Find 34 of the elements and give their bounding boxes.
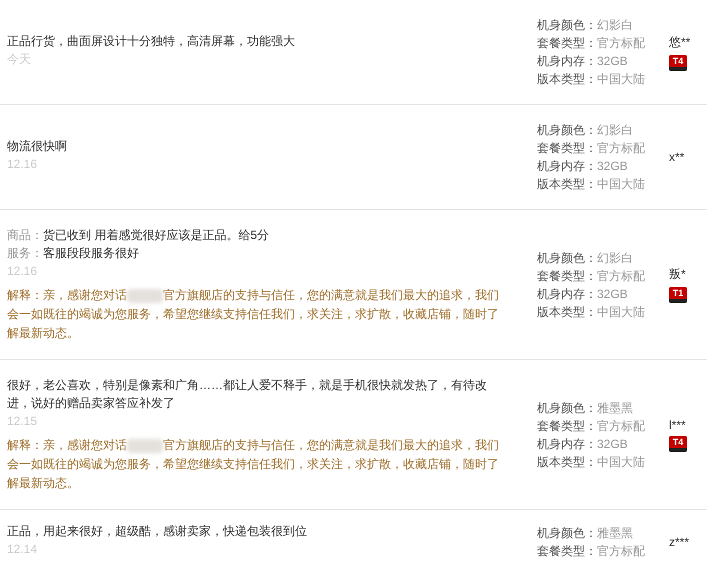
product-spec: 版本类型：中国大陆 xyxy=(537,176,646,193)
user-name: l*** xyxy=(669,418,686,432)
review-comment: 物流很快啊 xyxy=(7,138,68,155)
review-comment: 服务：客服段段服务很好 xyxy=(7,245,140,262)
review-comment: 很好，老公喜欢，特别是像素和广角……都让人爱不释手，就是手机很快就发热了，有待改进，说好的赠品卖家答应补发了 xyxy=(7,377,488,412)
product-spec: 机身内存：32GB xyxy=(537,286,629,302)
level-badge: T4 xyxy=(669,436,687,452)
product-spec: 版本类型：中国大陆 xyxy=(537,71,646,88)
user-name: z*** xyxy=(669,535,690,549)
product-spec: 套餐类型：官方标配 xyxy=(537,268,646,284)
product-spec: 机身内存：32GB xyxy=(537,158,629,175)
product-spec: 版本类型：中国大陆 xyxy=(537,304,646,320)
product-spec: 套餐类型：官方标配 xyxy=(537,140,646,157)
product-spec: 套餐类型：官方标配 xyxy=(537,543,646,560)
product-spec: 机身颜色：幻影白 xyxy=(537,250,634,266)
level-badge: T1 xyxy=(669,287,687,303)
review-comment: 正品，用起来很好，超级酷，感谢卖家，快递包装很到位 xyxy=(7,523,308,540)
user-name: 叛* xyxy=(669,266,686,283)
user-name: x** xyxy=(669,150,684,164)
product-spec: 机身颜色：雅墨黑 xyxy=(537,400,634,416)
product-spec: 机身内存：32GB xyxy=(537,436,629,452)
review-comment: 商品：货已收到 用着感觉很好应该是正品。给5分 xyxy=(7,227,270,244)
product-spec: 机身颜色：雅墨黑 xyxy=(537,525,634,542)
seller-reply: 解释：亲，感谢您对话 官方旗舰店的支持与信任，您的满意就是我们最大的追求，我们会一如既往的竭诚为您服务，希望您继续支持信任我们，求关注，求扩散，收藏店铺，随时了解最新动态。 xyxy=(7,287,500,342)
user-name: 悠** xyxy=(669,34,690,50)
product-spec: 机身颜色：幻影白 xyxy=(537,17,634,34)
seller-reply: 解释：亲，感谢您对话 官方旗舰店的支持与信任，您的满意就是我们最大的追求，我们会一如既往的竭诚为您服务，希望您继续支持信任我们，求关注，求扩散，收藏店铺，随时了解最新动态。 xyxy=(7,437,500,492)
level-badge: T4 xyxy=(669,54,687,70)
product-spec: 机身颜色：幻影白 xyxy=(537,122,634,139)
product-spec: 机身内存：32GB xyxy=(537,53,629,70)
product-spec: 版本类型：中国大陆 xyxy=(537,454,646,470)
product-spec: 套餐类型：官方标配 xyxy=(537,418,646,434)
product-spec: 套餐类型：官方标配 xyxy=(537,35,646,52)
review-comment: 正品行货，曲面屏设计十分独特，高清屏幕，功能强大 xyxy=(7,33,296,50)
